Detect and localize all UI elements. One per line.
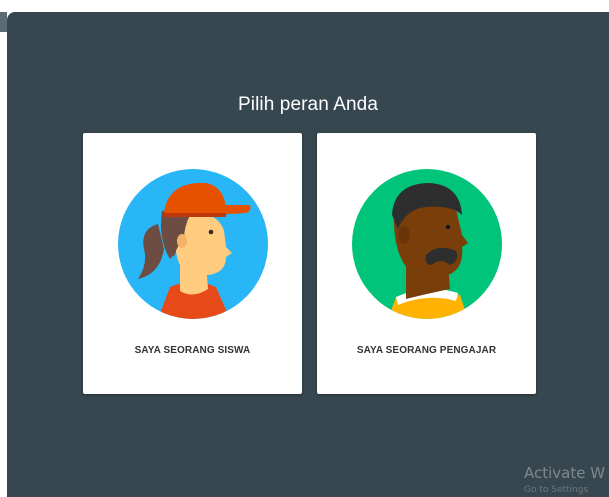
activation-watermark-subtitle: Go to Settings bbox=[524, 485, 589, 495]
activation-watermark-title: Activate W bbox=[524, 464, 606, 482]
role-selection-dialog: Pilih peran Anda SAYA SEORANG SISWA SAYA… bbox=[7, 12, 609, 497]
student-role-card[interactable]: SAYA SEORANG SISWA bbox=[83, 133, 302, 394]
teacher-role-card[interactable]: SAYA SEORANG PENGAJAR bbox=[317, 133, 536, 394]
window-corner bbox=[0, 12, 7, 32]
teacher-role-label: SAYA SEORANG PENGAJAR bbox=[356, 345, 497, 356]
student-avatar-icon bbox=[118, 169, 268, 319]
teacher-avatar-icon bbox=[352, 169, 502, 319]
student-role-label: SAYA SEORANG SISWA bbox=[134, 345, 251, 356]
dialog-title: Pilih peran Anda bbox=[238, 94, 378, 115]
